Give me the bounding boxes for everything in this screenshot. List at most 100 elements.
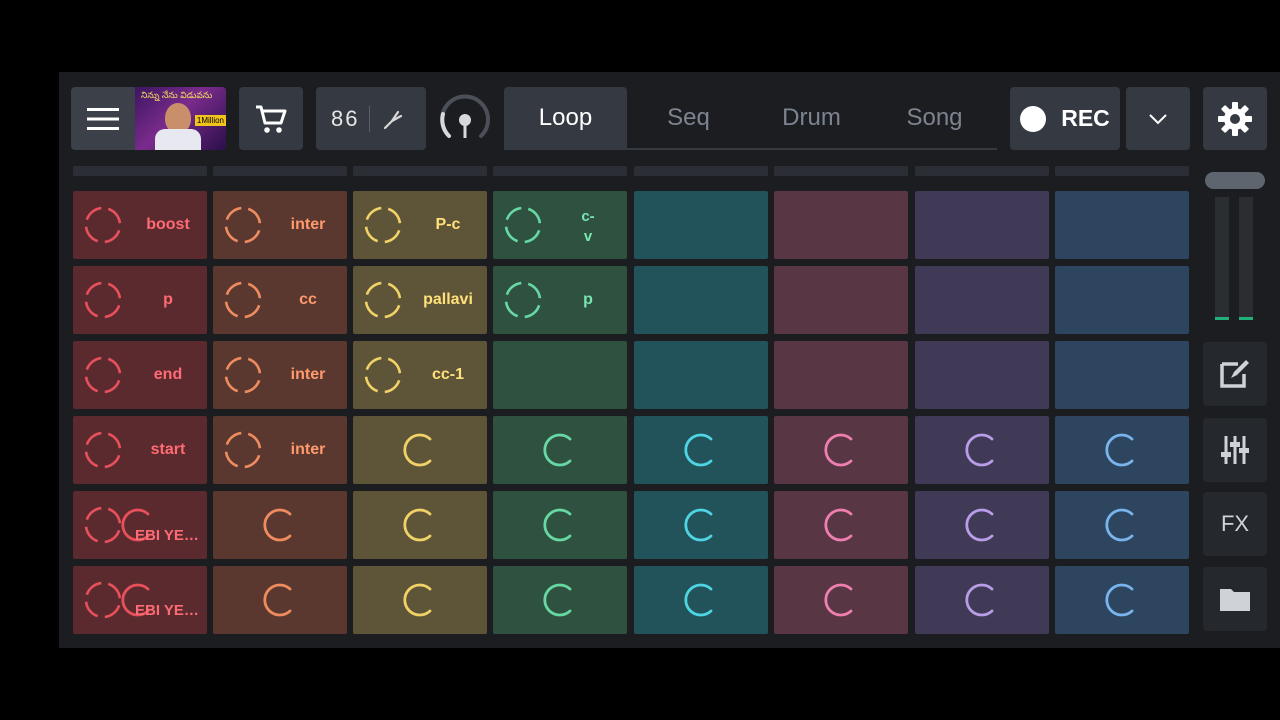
tuning-fork-icon[interactable] (382, 108, 404, 130)
column-strip (213, 166, 347, 176)
master-fader-handle[interactable] (1205, 172, 1265, 189)
hamburger-icon[interactable] (71, 87, 135, 150)
empty-pad[interactable] (634, 266, 768, 334)
pad-label: p (583, 291, 593, 308)
loop-pad[interactable]: EBI YEPUGU (73, 491, 207, 559)
loop-pad[interactable] (915, 566, 1049, 634)
record-slot-icon (684, 433, 713, 467)
loop-pad[interactable]: inter (213, 416, 347, 484)
loop-pad[interactable] (1055, 566, 1189, 634)
mode-tabs: Loop Seq Drum Song (504, 87, 997, 150)
loop-pad[interactable] (634, 491, 768, 559)
empty-pad[interactable] (774, 266, 908, 334)
loop-progress-ring-icon (84, 356, 122, 394)
loop-pad[interactable] (213, 566, 347, 634)
loop-pad[interactable]: cc (213, 266, 347, 334)
fx-button[interactable]: FX (1203, 492, 1267, 556)
loop-pad[interactable] (774, 416, 908, 484)
loop-pad[interactable] (774, 491, 908, 559)
record-options-button[interactable] (1126, 87, 1190, 150)
loop-pad[interactable]: inter (213, 341, 347, 409)
loop-pad[interactable]: p (493, 266, 627, 334)
pad-label: pallavi (423, 291, 473, 308)
loop-pad[interactable]: cc-1 (353, 341, 487, 409)
record-dot-icon (1020, 105, 1047, 132)
pad-label: cc (299, 291, 317, 308)
record-slot-icon (263, 508, 292, 542)
tab-loop[interactable]: Loop (504, 87, 627, 148)
loop-pad[interactable]: start (73, 416, 207, 484)
record-slot-icon (965, 508, 994, 542)
loop-pad[interactable] (774, 566, 908, 634)
tempo-value[interactable]: 86 (331, 106, 359, 132)
menu-button[interactable]: నిన్ను నేను విడువను 1Million (71, 87, 226, 150)
folder-icon (1220, 589, 1250, 611)
loop-pad[interactable] (213, 491, 347, 559)
tempo-control[interactable]: 86 (316, 87, 426, 150)
pad-label: c- v (581, 208, 595, 245)
record-slot-icon (684, 508, 713, 542)
loop-pad[interactable]: EBI YEPUGU (73, 566, 207, 634)
song-thumbnail[interactable]: నిన్ను నేను విడువను 1Million (135, 87, 226, 150)
loop-pad[interactable] (915, 416, 1049, 484)
pad-label: P-c (435, 216, 461, 233)
record-button[interactable]: REC (1010, 87, 1120, 150)
loop-pad[interactable] (493, 416, 627, 484)
loop-progress-ring-icon (504, 206, 542, 244)
loop-pad[interactable]: p (73, 266, 207, 334)
mixer-button[interactable] (1203, 418, 1267, 482)
settings-button[interactable] (1203, 87, 1267, 150)
tabs-underline (504, 148, 997, 150)
empty-pad[interactable] (634, 341, 768, 409)
loop-pad[interactable] (353, 566, 487, 634)
empty-pad[interactable] (634, 191, 768, 259)
loop-pad[interactable] (634, 416, 768, 484)
tab-song[interactable]: Song (873, 87, 996, 148)
record-slot-icon (684, 583, 713, 617)
loop-progress-ring-icon (84, 206, 122, 244)
edit-button[interactable] (1203, 342, 1267, 406)
loop-pad[interactable] (493, 491, 627, 559)
tab-drum[interactable]: Drum (750, 87, 873, 148)
empty-pad[interactable] (774, 191, 908, 259)
loop-pad[interactable] (915, 491, 1049, 559)
folder-button[interactable] (1203, 567, 1267, 631)
empty-pad[interactable] (1055, 266, 1189, 334)
empty-pad[interactable] (915, 266, 1049, 334)
column-strip (774, 166, 908, 176)
record-label: REC (1061, 105, 1110, 131)
loop-pad[interactable] (1055, 491, 1189, 559)
loop-pad[interactable]: boost (73, 191, 207, 259)
loop-pad[interactable] (493, 566, 627, 634)
empty-pad[interactable] (915, 191, 1049, 259)
loop-pad[interactable]: P-c (353, 191, 487, 259)
empty-pad[interactable] (1055, 341, 1189, 409)
record-slot-icon (824, 583, 853, 617)
edit-icon (1220, 360, 1249, 388)
loop-pad[interactable] (353, 491, 487, 559)
pad-label: p (163, 291, 173, 308)
loop-pad[interactable] (1055, 416, 1189, 484)
loop-pad[interactable]: inter (213, 191, 347, 259)
column-strip (353, 166, 487, 176)
tab-seq[interactable]: Seq (627, 87, 750, 148)
loop-progress-ring-icon (364, 206, 402, 244)
empty-pad[interactable] (774, 341, 908, 409)
record-slot-icon (543, 508, 572, 542)
column-strip (493, 166, 627, 176)
shop-button[interactable] (239, 87, 303, 150)
loop-pad[interactable]: c- v (493, 191, 627, 259)
loop-pad[interactable] (634, 566, 768, 634)
loop-progress-ring-icon (224, 356, 262, 394)
loop-pad[interactable]: end (73, 341, 207, 409)
empty-pad[interactable] (915, 341, 1049, 409)
pad-label: inter (290, 366, 326, 383)
loop-pad[interactable]: pallavi (353, 266, 487, 334)
empty-pad[interactable] (1055, 191, 1189, 259)
loop-progress-ring-icon (224, 431, 262, 469)
loop-pad[interactable] (353, 416, 487, 484)
record-slot-icon (824, 508, 853, 542)
empty-pad[interactable] (493, 341, 627, 409)
pad-label: cc-1 (431, 366, 465, 383)
volume-knob-icon[interactable] (437, 92, 493, 148)
